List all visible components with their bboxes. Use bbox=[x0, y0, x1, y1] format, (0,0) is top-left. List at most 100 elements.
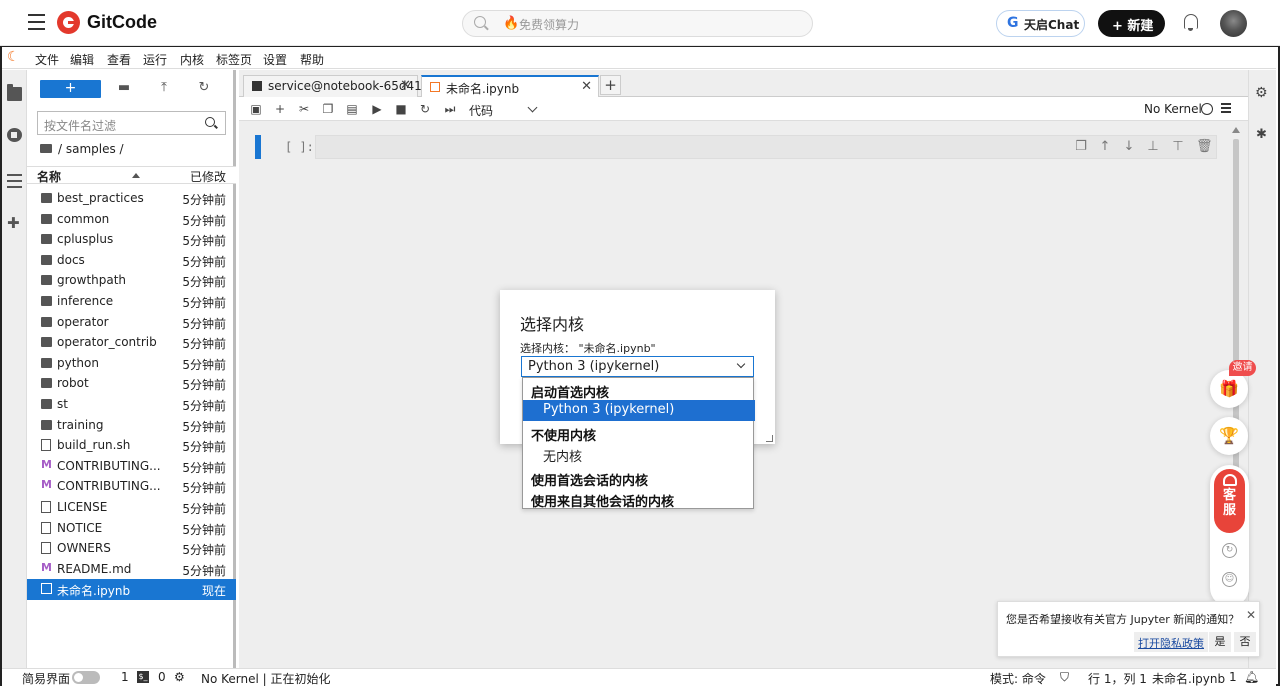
gitcode-logo-icon[interactable] bbox=[57, 11, 80, 34]
scroll-up-icon[interactable] bbox=[1232, 127, 1240, 133]
file-browser-icon[interactable] bbox=[7, 84, 22, 101]
file-modified: 现在 bbox=[201, 584, 226, 599]
new-launcher-button[interactable]: + bbox=[40, 80, 101, 98]
file-row[interactable]: robot 5分钟前 bbox=[27, 373, 236, 394]
delete-cell-icon[interactable]: 🗑 bbox=[1196, 140, 1213, 154]
breadcrumb[interactable]: / samples / bbox=[40, 142, 124, 156]
tab-terminal[interactable]: service@notebook-65d411 ✕ bbox=[243, 75, 429, 97]
file-row[interactable]: 未命名.ipynb 现在 bbox=[27, 579, 236, 600]
debugger-icon[interactable]: ✱ bbox=[1256, 127, 1267, 142]
file-row[interactable]: operator 5分钟前 bbox=[27, 312, 236, 333]
running-kernels-icon[interactable] bbox=[7, 128, 22, 142]
shield-icon[interactable]: ⛉ bbox=[1060, 670, 1069, 685]
save-icon[interactable]: ▣ bbox=[249, 102, 263, 116]
sort-ascending-icon[interactable] bbox=[132, 173, 140, 178]
file-row[interactable]: common 5分钟前 bbox=[27, 209, 236, 230]
stop-icon[interactable]: ■ bbox=[394, 102, 408, 116]
menu-view[interactable]: 查看 bbox=[107, 51, 131, 68]
new-button[interactable]: + 新建 bbox=[1098, 10, 1165, 37]
bell-icon[interactable]: 🔔︎ bbox=[1244, 670, 1259, 684]
simple-mode-toggle[interactable] bbox=[72, 671, 100, 684]
copy-icon[interactable]: ❐ bbox=[321, 102, 335, 116]
dropdown-option-no-kernel[interactable]: 无内核 bbox=[523, 444, 755, 465]
file-row[interactable]: M CONTRIBUTING... 5分钟前 bbox=[27, 456, 236, 477]
cell-type-select[interactable]: 代码 bbox=[469, 102, 493, 119]
tianqi-chat-button[interactable]: G 天启Chat bbox=[996, 10, 1085, 37]
menu-run[interactable]: 运行 bbox=[143, 51, 167, 68]
kernel-name[interactable]: No Kernel bbox=[1144, 102, 1202, 116]
new-folder-icon[interactable]: ▬ bbox=[117, 81, 131, 94]
cut-icon[interactable]: ✂ bbox=[297, 102, 311, 116]
terminal-icon[interactable]: $_ bbox=[137, 671, 149, 683]
left-activity-bar: ✚ bbox=[2, 70, 27, 668]
paste-icon[interactable]: ▤ bbox=[345, 102, 359, 116]
file-row[interactable]: growthpath 5分钟前 bbox=[27, 270, 236, 291]
insert-below-icon[interactable]: ⊤ bbox=[1172, 140, 1184, 154]
file-name: OWNERS bbox=[57, 541, 111, 556]
kernel-select[interactable]: Python 3 (ipykernel) bbox=[521, 356, 754, 377]
customer-service-button[interactable]: 客 服 bbox=[1214, 469, 1245, 533]
close-icon[interactable]: ✕ bbox=[1246, 608, 1256, 622]
privacy-policy-link[interactable]: 打开隐私政策 bbox=[1134, 632, 1208, 652]
upload-icon[interactable]: ⤒ bbox=[157, 81, 171, 94]
menu-kernel[interactable]: 内核 bbox=[180, 51, 204, 68]
move-up-icon[interactable]: ↑ bbox=[1099, 140, 1111, 154]
extension-manager-icon[interactable]: ✚ bbox=[7, 216, 22, 231]
column-name[interactable]: 名称 bbox=[37, 168, 61, 185]
filter-input[interactable]: 按文件名过滤 bbox=[37, 111, 226, 135]
folder-icon bbox=[41, 275, 52, 286]
menu-edit[interactable]: 编辑 bbox=[70, 51, 94, 68]
gear-icon[interactable]: ⚙ bbox=[174, 670, 185, 684]
avatar[interactable] bbox=[1220, 10, 1247, 37]
menu-help[interactable]: 帮助 bbox=[300, 51, 324, 68]
column-modified[interactable]: 已修改 bbox=[190, 168, 226, 185]
move-down-icon[interactable]: ↓ bbox=[1123, 140, 1135, 154]
run-all-icon[interactable]: ⏭ bbox=[443, 102, 457, 116]
add-tab-button[interactable]: + bbox=[600, 75, 621, 95]
file-row[interactable]: best_practices 5分钟前 bbox=[27, 188, 236, 209]
file-modified: 5分钟前 bbox=[182, 213, 226, 228]
run-icon[interactable]: ▶ bbox=[370, 102, 384, 116]
file-row[interactable]: python 5分钟前 bbox=[27, 353, 236, 374]
file-row[interactable]: NOTICE 5分钟前 bbox=[27, 518, 236, 539]
file-row[interactable]: build_run.sh 5分钟前 bbox=[27, 435, 236, 456]
bell-icon[interactable] bbox=[1184, 14, 1198, 31]
brand-name[interactable]: GitCode bbox=[87, 12, 157, 33]
cursor-position[interactable]: 行 1，列 1 bbox=[1088, 670, 1147, 686]
trophy-button[interactable]: 🏆 bbox=[1210, 417, 1248, 455]
table-of-contents-icon[interactable] bbox=[7, 174, 22, 188]
resize-handle-icon[interactable] bbox=[766, 435, 773, 442]
file-row[interactable]: inference 5分钟前 bbox=[27, 291, 236, 312]
file-row[interactable]: LICENSE 5分钟前 bbox=[27, 497, 236, 518]
file-row[interactable]: training 5分钟前 bbox=[27, 415, 236, 436]
refresh-icon[interactable]: ↻ bbox=[1222, 543, 1237, 558]
property-inspector-icon[interactable]: ⚙ bbox=[1255, 85, 1268, 101]
file-row[interactable]: M README.md 5分钟前 bbox=[27, 559, 236, 580]
yes-button[interactable]: 是 bbox=[1209, 632, 1231, 652]
menu-icon[interactable] bbox=[1221, 103, 1231, 113]
dropdown-option-python3[interactable]: Python 3 (ipykernel) bbox=[523, 400, 755, 421]
smile-icon[interactable]: ☺ bbox=[1222, 572, 1237, 587]
kernel-status-text[interactable]: No Kernel | 正在初始化 bbox=[201, 670, 331, 686]
file-row[interactable]: st 5分钟前 bbox=[27, 394, 236, 415]
close-icon[interactable]: ✕ bbox=[581, 79, 592, 94]
tab-notebook[interactable]: 未命名.ipynb ✕ bbox=[421, 75, 599, 98]
restart-icon[interactable]: ↻ bbox=[418, 102, 432, 116]
menu-settings[interactable]: 设置 bbox=[263, 51, 287, 68]
file-row[interactable]: operator_contrib 5分钟前 bbox=[27, 332, 236, 353]
file-row[interactable]: M CONTRIBUTING... 5分钟前 bbox=[27, 476, 236, 497]
file-row[interactable]: docs 5分钟前 bbox=[27, 250, 236, 271]
menu-icon[interactable] bbox=[28, 14, 45, 30]
search-input[interactable]: 🔥 免费领算力 bbox=[462, 10, 813, 37]
file-row[interactable]: OWNERS 5分钟前 bbox=[27, 538, 236, 559]
close-icon[interactable]: ✕ bbox=[400, 78, 411, 93]
insert-cell-icon[interactable]: + bbox=[273, 102, 287, 116]
menu-file[interactable]: 文件 bbox=[35, 51, 59, 68]
duplicate-cell-icon[interactable]: ❐ bbox=[1075, 140, 1087, 154]
file-row[interactable]: cplusplus 5分钟前 bbox=[27, 229, 236, 250]
no-button[interactable]: 否 bbox=[1234, 632, 1256, 652]
kernel-status-icon bbox=[1201, 103, 1213, 115]
refresh-icon[interactable]: ↻ bbox=[197, 81, 211, 94]
insert-above-icon[interactable]: ⊥ bbox=[1147, 140, 1159, 154]
menu-tabs[interactable]: 标签页 bbox=[216, 51, 252, 68]
